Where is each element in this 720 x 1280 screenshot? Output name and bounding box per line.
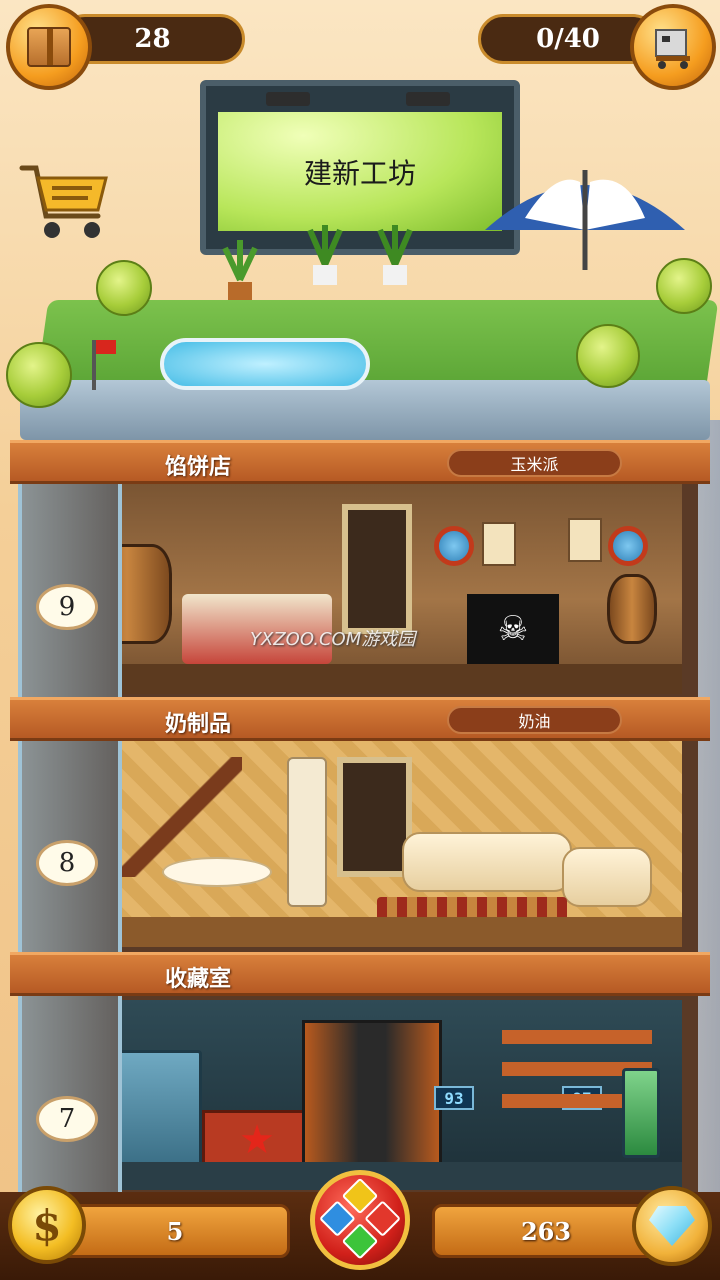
umbrella-icon — [485, 170, 685, 270]
porthole — [608, 526, 648, 566]
diamond-icon — [649, 1206, 695, 1246]
doorway — [337, 757, 412, 877]
floor-8-room[interactable] — [122, 737, 682, 947]
metal-door — [302, 1020, 442, 1170]
wanted-poster — [568, 518, 602, 562]
gems-counter: 263 — [432, 1204, 660, 1258]
billboard[interactable]: 建新工坊 — [200, 80, 520, 255]
grandfather-clock — [287, 757, 327, 907]
floor-8-number[interactable]: 8 — [36, 840, 98, 886]
floor-9-name: 馅饼店 — [165, 455, 232, 480]
fridge — [122, 1050, 202, 1170]
watermark: YXZOO.COM游戏园 — [250, 629, 416, 650]
coin-button[interactable]: $ — [8, 1186, 86, 1264]
floor-9-room[interactable]: ☠ — [122, 484, 682, 694]
bush — [6, 342, 72, 408]
doorway — [342, 504, 412, 634]
shop-button[interactable] — [18, 160, 114, 246]
bush — [656, 258, 712, 314]
elevator-shaft[interactable] — [18, 440, 122, 1200]
billboard-title: 建新工坊 — [303, 156, 416, 190]
porthole — [434, 526, 474, 566]
barrel — [122, 544, 172, 644]
golf-flag — [92, 340, 116, 390]
floor-9-number[interactable]: 9 — [36, 584, 98, 630]
shopping-cart-icon — [19, 165, 108, 238]
boxes-count: 28 — [134, 24, 171, 54]
plant-icon — [222, 240, 258, 300]
box-icon — [27, 27, 71, 67]
coins-value: 5 — [166, 1216, 184, 1246]
wanted-poster — [482, 522, 516, 566]
delivery-cart-icon — [655, 29, 690, 69]
coin-icon: $ — [32, 1200, 62, 1250]
box-button[interactable] — [6, 4, 92, 90]
floor-7-name: 收藏室 — [165, 967, 232, 992]
plant-icon — [307, 225, 343, 285]
billboard-screen: 建新工坊 — [218, 112, 502, 231]
delivery-count: 0/40 — [536, 24, 600, 54]
billboard-lamp — [266, 92, 310, 106]
gems-value: 263 — [520, 1216, 572, 1246]
floor-7-room[interactable]: ★ 93 97 — [122, 1000, 682, 1190]
floor-9-band[interactable]: 馅饼店 玉米派 — [10, 440, 710, 484]
floor-9-product[interactable]: 玉米派 — [447, 449, 622, 477]
floor-8-band[interactable]: 奶制品 奶油 — [10, 697, 710, 741]
delivery-button[interactable] — [630, 4, 716, 90]
armchair — [562, 847, 652, 907]
gem-button[interactable] — [632, 1186, 712, 1266]
coins-counter: 5 — [60, 1204, 290, 1258]
floor-tiles — [122, 1162, 682, 1190]
bush — [96, 260, 152, 316]
menu-button[interactable] — [310, 1170, 410, 1270]
floor-boards — [122, 664, 682, 694]
star-box: ★ — [202, 1110, 312, 1170]
menu-gems-icon — [318, 1177, 403, 1263]
shelf — [502, 1030, 652, 1044]
billboard-lamp — [406, 92, 450, 106]
barrel — [607, 574, 657, 644]
sofa — [402, 832, 572, 892]
plant-icon — [377, 225, 413, 285]
floor-7-band[interactable]: 收藏室 — [10, 952, 710, 996]
pool — [160, 338, 370, 390]
display-counter: 93 — [434, 1086, 474, 1110]
aquarium — [622, 1068, 660, 1158]
floor-boards — [122, 917, 682, 947]
jolly-roger-flag: ☠ — [467, 594, 559, 664]
floor-8-name: 奶制品 — [165, 712, 232, 737]
round-table — [162, 857, 272, 887]
floor-8-product[interactable]: 奶油 — [447, 706, 622, 734]
floor-7-number[interactable]: 7 — [36, 1096, 98, 1142]
bush — [576, 324, 640, 388]
roof-edge — [20, 380, 710, 440]
